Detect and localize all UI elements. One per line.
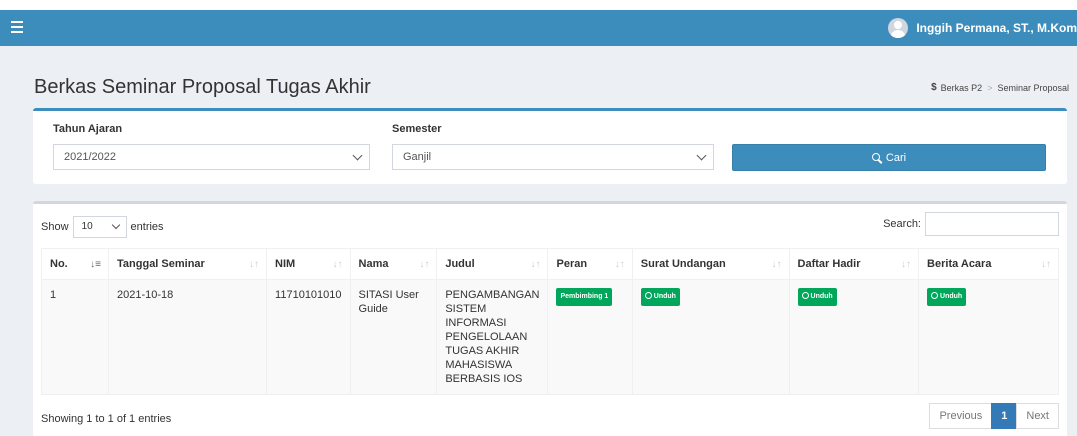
column-header-nama[interactable]: Nama ↓↑ (349, 248, 438, 280)
column-header-tanggal[interactable]: Tanggal Seminar ↓↑ (108, 248, 268, 280)
entries-select[interactable]: 10 (72, 216, 127, 238)
cell-tanggal: 2021-10-18 (108, 279, 268, 395)
download-hadir-button[interactable]: Unduh (797, 288, 837, 306)
filter-box: Tahun Ajaran 2021/2022 Semester Ganjil C… (33, 108, 1067, 184)
column-header-nim[interactable]: NIM ↓↑ (266, 248, 351, 280)
search-icon (871, 152, 882, 163)
user-name: Inggih Permana, ST., M.Kom (916, 21, 1077, 35)
pagination-next[interactable]: Next (1016, 403, 1059, 429)
cell-judul: PENGAMBANGAN SISTEM INFORMASI PENGELOLAA… (436, 279, 549, 395)
column-header-no[interactable]: No. ↓≡ (40, 248, 110, 280)
chevron-down-icon (696, 150, 707, 161)
breadcrumb: $ Berkas P2 > Seminar Proposal (931, 82, 1069, 93)
dollar-icon: $ (931, 82, 937, 93)
table-box: Show 10 entries Search: No. ↓≡ Tanggal Se… (33, 201, 1067, 436)
column-header-surat-undangan[interactable]: Surat Undangan ↓↑ (631, 248, 790, 280)
table-row: 1 2021-10-18 11710101010 SITASI User Gui… (40, 279, 1059, 395)
user-avatar-icon (888, 18, 909, 38)
hamburger-menu-icon[interactable] (11, 21, 23, 33)
role-badge: Pembimbing 1 (556, 288, 613, 306)
search-label: Search: (883, 218, 921, 230)
sort-asc-icon: ↓≡ (90, 259, 102, 270)
column-header-daftar-hadir[interactable]: Daftar Hadir ↓↑ (788, 248, 920, 280)
sort-icon: ↓↑ (419, 259, 430, 270)
content-wrapper: Berkas Seminar Proposal Tugas Akhir $ Be… (0, 46, 1077, 436)
top-navbar: Inggih Permana, ST., M.Kom (0, 10, 1077, 46)
entries-select-value: 10 (81, 221, 93, 232)
entries-label: entries (130, 221, 164, 233)
page-title: Berkas Seminar Proposal Tugas Akhir (34, 76, 371, 98)
column-header-berita-acara[interactable]: Berita Acara ↓↑ (918, 248, 1059, 280)
chevron-down-icon (111, 220, 120, 230)
cell-no: 1 (40, 279, 110, 395)
pagination-previous[interactable]: Previous (929, 403, 993, 429)
semester-select-value: Ganjil (403, 151, 432, 163)
download-undangan-button[interactable]: Unduh (640, 288, 680, 306)
download-icon (801, 292, 809, 299)
cell-surat-undangan: Unduh (631, 279, 790, 395)
sort-icon: ↓↑ (332, 259, 343, 270)
breadcrumb-separator: > (987, 82, 993, 93)
sort-icon: ↓↑ (1041, 259, 1051, 270)
download-berita-button[interactable]: Unduh (927, 288, 967, 306)
search-button-label: Cari (885, 151, 907, 164)
table-info: Showing 1 to 1 of 1 entries (41, 413, 172, 425)
semester-select[interactable]: Ganjil (392, 144, 714, 170)
user-menu[interactable]: Inggih Permana, ST., M.Kom (888, 10, 1077, 46)
year-label: Tahun Ajaran (53, 123, 123, 135)
sort-icon: ↓↑ (249, 259, 260, 270)
chevron-down-icon (352, 150, 363, 161)
data-table: No. ↓≡ Tanggal Seminar ↓↑ NIM ↓↑ Nama ↓↑ Jud… (40, 248, 1059, 395)
cell-daftar-hadir: Unduh (788, 279, 920, 395)
table-search-input[interactable] (925, 212, 1059, 236)
sort-icon: ↓↑ (614, 259, 625, 270)
breadcrumb-current: Seminar Proposal (997, 82, 1069, 93)
year-select[interactable]: 2021/2022 (53, 144, 370, 170)
sort-icon: ↓↑ (901, 259, 912, 270)
semester-label: Semester (392, 123, 442, 135)
cell-nama: SITASI User Guide (349, 279, 438, 395)
entries-length-control: Show 10 entries (41, 216, 164, 238)
show-label: Show (41, 221, 69, 233)
cell-berita-acara: Unduh (918, 279, 1059, 395)
column-header-peran[interactable]: Peran ↓↑ (547, 248, 633, 280)
cell-nim: 11710101010 (266, 279, 351, 395)
column-header-judul[interactable]: Judul ↓↑ (436, 248, 549, 280)
cell-peran: Pembimbing 1 (547, 279, 633, 395)
sort-icon: ↓↑ (771, 259, 782, 270)
pagination-page-1[interactable]: 1 (991, 403, 1018, 429)
pagination: Previous 1 Next (929, 403, 1059, 429)
table-header-row: No. ↓≡ Tanggal Seminar ↓↑ NIM ↓↑ Nama ↓↑ Jud… (40, 248, 1059, 280)
year-select-value: 2021/2022 (64, 151, 116, 163)
download-icon (931, 292, 939, 299)
breadcrumb-root[interactable]: Berkas P2 (941, 83, 983, 93)
download-icon (644, 292, 652, 299)
search-button[interactable]: Cari (732, 144, 1046, 171)
table-search-control: Search: (883, 212, 1059, 236)
sort-icon: ↓↑ (530, 259, 541, 270)
